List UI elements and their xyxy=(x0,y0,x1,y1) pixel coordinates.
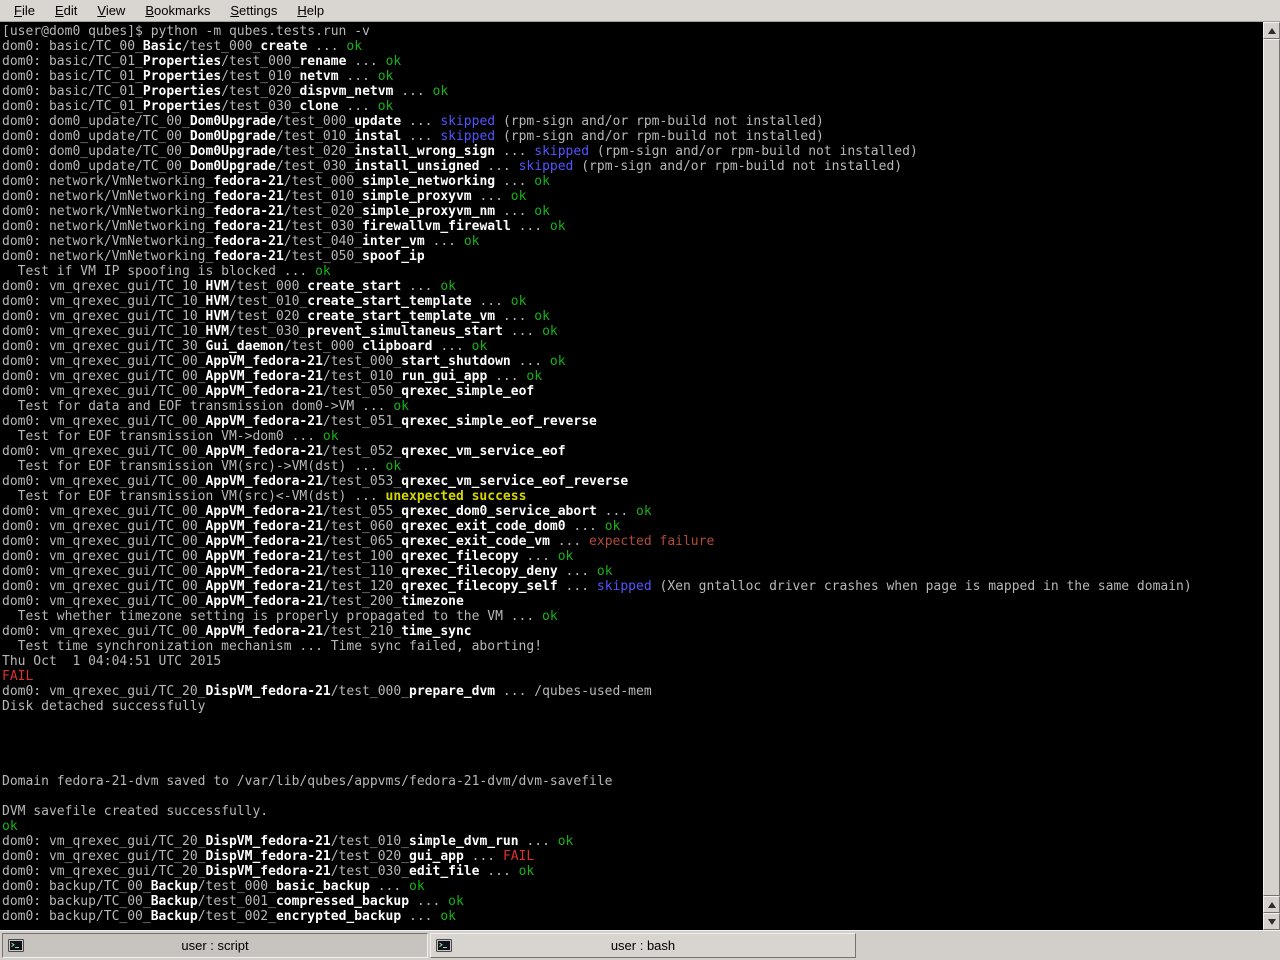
terminal-line: dom0: vm_qrexec_gui/TC_10_HVM/test_020_c… xyxy=(2,309,1263,324)
terminal-line: dom0: vm_qrexec_gui/TC_00_AppVM_fedora-2… xyxy=(2,594,1263,609)
terminal-line: Test whether timezone setting is properl… xyxy=(2,609,1263,624)
menu-file[interactable]: File xyxy=(4,1,45,20)
terminal-line: dom0: basic/TC_01_Properties/test_000_re… xyxy=(2,54,1263,69)
taskbar: user : script user : bash xyxy=(0,930,1280,960)
terminal-line: dom0: vm_qrexec_gui/TC_00_AppVM_fedora-2… xyxy=(2,384,1263,399)
scrollbar-bottom-buttons xyxy=(1263,896,1280,930)
terminal-line: dom0: vm_qrexec_gui/TC_00_AppVM_fedora-2… xyxy=(2,504,1263,519)
terminal-line: dom0: vm_qrexec_gui/TC_30_Gui_daemon/tes… xyxy=(2,339,1263,354)
terminal-line: dom0: vm_qrexec_gui/TC_20_DispVM_fedora-… xyxy=(2,849,1263,864)
terminal-line xyxy=(2,759,1263,774)
terminal-line: dom0: vm_qrexec_gui/TC_00_AppVM_fedora-2… xyxy=(2,414,1263,429)
terminal-line xyxy=(2,744,1263,759)
taskbar-tab-bash[interactable]: user : bash xyxy=(430,933,856,958)
terminal-line: dom0: vm_qrexec_gui/TC_00_AppVM_fedora-2… xyxy=(2,474,1263,489)
arrow-up-icon xyxy=(1268,902,1276,908)
terminal-line: Test for data and EOF transmission dom0-… xyxy=(2,399,1263,414)
terminal-line xyxy=(2,789,1263,804)
terminal-line: dom0: vm_qrexec_gui/TC_00_AppVM_fedora-2… xyxy=(2,624,1263,639)
terminal-line: [user@dom0 qubes]$ python -m qubes.tests… xyxy=(2,24,1263,39)
terminal-line: dom0: vm_qrexec_gui/TC_10_HVM/test_010_c… xyxy=(2,294,1263,309)
scrollbar[interactable] xyxy=(1263,22,1280,930)
scrollbar-up-button[interactable] xyxy=(1263,22,1280,39)
terminal-line: dom0: basic/TC_01_Properties/test_020_di… xyxy=(2,84,1263,99)
terminal-line: dom0: dom0_update/TC_00_Dom0Upgrade/test… xyxy=(2,129,1263,144)
terminal-line: ok xyxy=(2,819,1263,834)
terminal-output[interactable]: [user@dom0 qubes]$ python -m qubes.tests… xyxy=(0,22,1263,930)
menu-bar: File Edit View Bookmarks Settings Help xyxy=(0,0,1280,22)
terminal-line: Test time synchronization mechanism ... … xyxy=(2,639,1263,654)
terminal-line: dom0: vm_qrexec_gui/TC_00_AppVM_fedora-2… xyxy=(2,549,1263,564)
terminal-line: dom0: network/VmNetworking_fedora-21/tes… xyxy=(2,249,1263,264)
terminal-line: dom0: network/VmNetworking_fedora-21/tes… xyxy=(2,174,1263,189)
terminal-line: dom0: vm_qrexec_gui/TC_00_AppVM_fedora-2… xyxy=(2,564,1263,579)
terminal-line: dom0: dom0_update/TC_00_Dom0Upgrade/test… xyxy=(2,144,1263,159)
terminal-line: dom0: vm_qrexec_gui/TC_00_AppVM_fedora-2… xyxy=(2,444,1263,459)
terminal-line: dom0: vm_qrexec_gui/TC_00_AppVM_fedora-2… xyxy=(2,369,1263,384)
terminal-line: dom0: network/VmNetworking_fedora-21/tes… xyxy=(2,234,1263,249)
menu-edit[interactable]: Edit xyxy=(45,1,87,20)
terminal-line: dom0: basic/TC_00_Basic/test_000_create … xyxy=(2,39,1263,54)
terminal-line: Test for EOF transmission VM(src)->VM(ds… xyxy=(2,459,1263,474)
terminal-line: dom0: dom0_update/TC_00_Dom0Upgrade/test… xyxy=(2,159,1263,174)
terminal-line: FAIL xyxy=(2,669,1263,684)
arrow-down-icon xyxy=(1268,919,1276,925)
menu-help[interactable]: Help xyxy=(287,1,334,20)
terminal-line: dom0: vm_qrexec_gui/TC_20_DispVM_fedora-… xyxy=(2,834,1263,849)
terminal-line: dom0: backup/TC_00_Backup/test_000_basic… xyxy=(2,879,1263,894)
terminal-line: dom0: vm_qrexec_gui/TC_00_AppVM_fedora-2… xyxy=(2,579,1263,594)
menu-view[interactable]: View xyxy=(87,1,135,20)
terminal-line: DVM savefile created successfully. xyxy=(2,804,1263,819)
terminal-line: Test for EOF transmission VM(src)<-VM(ds… xyxy=(2,489,1263,504)
terminal-line: dom0: backup/TC_00_Backup/test_002_encry… xyxy=(2,909,1263,924)
terminal-line: dom0: vm_qrexec_gui/TC_20_DispVM_fedora-… xyxy=(2,864,1263,879)
scrollbar-thumb[interactable] xyxy=(1263,39,1280,896)
terminal-line: dom0: basic/TC_01_Properties/test_010_ne… xyxy=(2,69,1263,84)
terminal-line: dom0: network/VmNetworking_fedora-21/tes… xyxy=(2,219,1263,234)
terminal-line: Thu Oct 1 04:04:51 UTC 2015 xyxy=(2,654,1263,669)
terminal-window: File Edit View Bookmarks Settings Help [… xyxy=(0,0,1280,960)
menu-settings[interactable]: Settings xyxy=(220,1,287,20)
terminal-line: Test for EOF transmission VM->dom0 ... o… xyxy=(2,429,1263,444)
terminal-line: dom0: network/VmNetworking_fedora-21/tes… xyxy=(2,204,1263,219)
terminal-line xyxy=(2,729,1263,744)
taskbar-tab-script[interactable]: user : script xyxy=(2,933,428,958)
terminal-icon xyxy=(8,938,24,954)
terminal-line: dom0: vm_qrexec_gui/TC_20_DispVM_fedora-… xyxy=(2,684,1263,699)
terminal-line: dom0: vm_qrexec_gui/TC_00_AppVM_fedora-2… xyxy=(2,534,1263,549)
terminal-line: dom0: vm_qrexec_gui/TC_10_HVM/test_030_p… xyxy=(2,324,1263,339)
taskbar-tab-label: user : script xyxy=(181,938,248,953)
terminal-line: dom0: vm_qrexec_gui/TC_10_HVM/test_000_c… xyxy=(2,279,1263,294)
taskbar-tab-label: user : bash xyxy=(611,938,675,953)
terminal-line: Disk detached successfully xyxy=(2,699,1263,714)
terminal-line: Test if VM IP spoofing is blocked ... ok xyxy=(2,264,1263,279)
terminal-line: dom0: vm_qrexec_gui/TC_00_AppVM_fedora-2… xyxy=(2,519,1263,534)
terminal-line: dom0: vm_qrexec_gui/TC_00_AppVM_fedora-2… xyxy=(2,354,1263,369)
scrollbar-down-button[interactable] xyxy=(1263,913,1280,930)
scrollbar-up-button-bottom[interactable] xyxy=(1263,896,1280,913)
terminal-line: dom0: basic/TC_01_Properties/test_030_cl… xyxy=(2,99,1263,114)
terminal-line: dom0: dom0_update/TC_00_Dom0Upgrade/test… xyxy=(2,114,1263,129)
menu-bookmarks[interactable]: Bookmarks xyxy=(135,1,220,20)
terminal-line xyxy=(2,714,1263,729)
terminal-line: Domain fedora-21-dvm saved to /var/lib/q… xyxy=(2,774,1263,789)
terminal-line: dom0: backup/TC_00_Backup/test_001_compr… xyxy=(2,894,1263,909)
arrow-up-icon xyxy=(1268,28,1276,34)
terminal-icon xyxy=(436,938,452,954)
terminal-line: dom0: network/VmNetworking_fedora-21/tes… xyxy=(2,189,1263,204)
